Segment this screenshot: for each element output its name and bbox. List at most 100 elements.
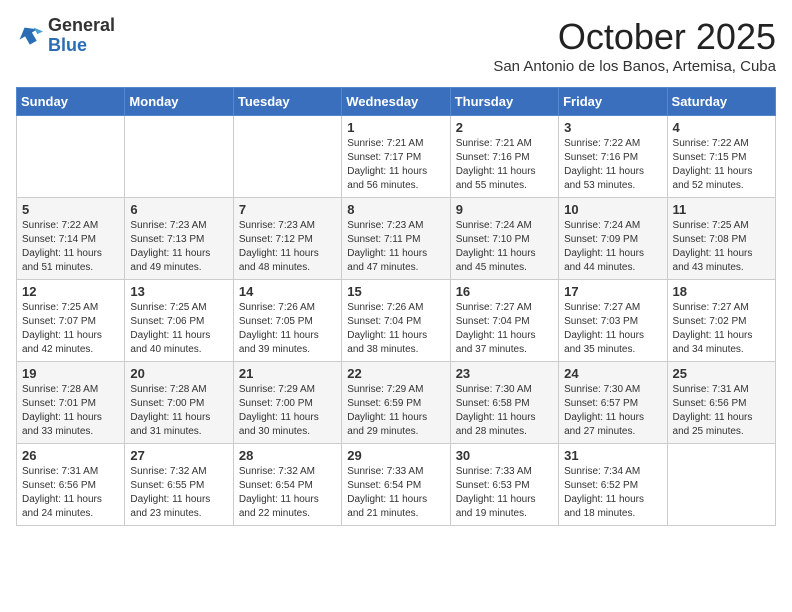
day-number: 13 (130, 284, 227, 299)
calendar-cell: 21Sunrise: 7:29 AM Sunset: 7:00 PM Dayli… (233, 362, 341, 444)
calendar-cell: 28 Sunrise: 7:32 AM Sunset: 6:54 PM Dayli… (233, 444, 341, 526)
day-number: 14 (239, 284, 336, 299)
day-number: 26 (22, 448, 119, 463)
calendar-cell: 9Sunrise: 7:24 AM Sunset: 7:10 PM Daylig… (450, 198, 558, 280)
calendar-cell: 18Sunrise: 7:27 AM Sunset: 7:02 PM Dayli… (667, 280, 775, 362)
day-info: Sunrise: 7:24 AM Sunset: 7:09 PM Dayligh… (564, 219, 661, 275)
day-info: Sunrise: 7:25 AM Sunset: 7:08 PM Dayligh… (673, 219, 770, 275)
day-info: Sunrise: 7:26 AM Sunset: 7:05 PM Dayligh… (239, 301, 336, 357)
day-info: Sunrise: 7:33 AM Sunset: 6:53 PM Dayligh… (456, 465, 553, 521)
calendar-cell: 16Sunrise: 7:27 AM Sunset: 7:04 PM Dayli… (450, 280, 558, 362)
weekday-header: Sunday (17, 88, 125, 116)
day-number: 15 (347, 284, 444, 299)
day-info: Sunrise: 7:21 AM Sunset: 7:16 PM Dayligh… (456, 137, 553, 193)
day-info: Sunrise: 7:29 AM Sunset: 6:59 PM Dayligh… (347, 383, 444, 439)
day-number: 21 (239, 366, 336, 381)
day-number: 4 (673, 120, 770, 135)
day-info: Sunrise: 7:27 AM Sunset: 7:03 PM Dayligh… (564, 301, 661, 357)
day-number: 5 (22, 202, 119, 217)
calendar-cell: 11 Sunrise: 7:25 AM Sunset: 7:08 PM Dayli… (667, 198, 775, 280)
location-title: San Antonio de los Banos, Artemisa, Cuba (493, 58, 776, 75)
calendar-week-row: 5 Sunrise: 7:22 AM Sunset: 7:14 PM Daylig… (17, 198, 776, 280)
day-number: 28 (239, 448, 336, 463)
day-info: Sunrise: 7:23 AM Sunset: 7:13 PM Dayligh… (130, 219, 227, 275)
calendar-cell: 30 Sunrise: 7:33 AM Sunset: 6:53 PM Dayli… (450, 444, 558, 526)
day-info: Sunrise: 7:21 AM Sunset: 7:17 PM Dayligh… (347, 137, 444, 193)
calendar-week-row: 12 Sunrise: 7:25 AM Sunset: 7:07 PM Dayli… (17, 280, 776, 362)
day-number: 18 (673, 284, 770, 299)
weekday-header: Saturday (667, 88, 775, 116)
day-number: 8 (347, 202, 444, 217)
day-info: Sunrise: 7:22 AM Sunset: 7:15 PM Dayligh… (673, 137, 770, 193)
logo-text: General Blue (48, 16, 115, 56)
calendar-cell: 1Sunrise: 7:21 AM Sunset: 7:17 PM Daylig… (342, 116, 450, 198)
day-number: 7 (239, 202, 336, 217)
calendar-cell: 25Sunrise: 7:31 AM Sunset: 6:56 PM Dayli… (667, 362, 775, 444)
day-info: Sunrise: 7:30 AM Sunset: 6:58 PM Dayligh… (456, 383, 553, 439)
calendar-cell (667, 444, 775, 526)
calendar-cell: 6Sunrise: 7:23 AM Sunset: 7:13 PM Daylig… (125, 198, 233, 280)
day-info: Sunrise: 7:24 AM Sunset: 7:10 PM Dayligh… (456, 219, 553, 275)
calendar-cell: 14 Sunrise: 7:26 AM Sunset: 7:05 PM Dayli… (233, 280, 341, 362)
day-info: Sunrise: 7:32 AM Sunset: 6:54 PM Dayligh… (239, 465, 336, 521)
calendar-cell: 19 Sunrise: 7:28 AM Sunset: 7:01 PM Dayli… (17, 362, 125, 444)
logo-general: General (48, 16, 115, 36)
day-info: Sunrise: 7:26 AM Sunset: 7:04 PM Dayligh… (347, 301, 444, 357)
day-number: 17 (564, 284, 661, 299)
weekday-header: Friday (559, 88, 667, 116)
day-number: 31 (564, 448, 661, 463)
day-info: Sunrise: 7:25 AM Sunset: 7:07 PM Dayligh… (22, 301, 119, 357)
calendar-cell: 27 Sunrise: 7:32 AM Sunset: 6:55 PM Dayli… (125, 444, 233, 526)
calendar-cell (17, 116, 125, 198)
calendar-cell: 26 Sunrise: 7:31 AM Sunset: 6:56 PM Dayli… (17, 444, 125, 526)
weekday-header: Monday (125, 88, 233, 116)
day-info: Sunrise: 7:28 AM Sunset: 7:01 PM Dayligh… (22, 383, 119, 439)
day-info: Sunrise: 7:27 AM Sunset: 7:04 PM Dayligh… (456, 301, 553, 357)
day-info: Sunrise: 7:23 AM Sunset: 7:11 PM Dayligh… (347, 219, 444, 275)
calendar: SundayMondayTuesdayWednesdayThursdayFrid… (16, 87, 776, 526)
weekday-header: Thursday (450, 88, 558, 116)
calendar-cell: 13 Sunrise: 7:25 AM Sunset: 7:06 PM Dayli… (125, 280, 233, 362)
calendar-cell: 12 Sunrise: 7:25 AM Sunset: 7:07 PM Dayli… (17, 280, 125, 362)
day-info: Sunrise: 7:30 AM Sunset: 6:57 PM Dayligh… (564, 383, 661, 439)
calendar-cell: 20 Sunrise: 7:28 AM Sunset: 7:00 PM Dayli… (125, 362, 233, 444)
calendar-cell: 15 Sunrise: 7:26 AM Sunset: 7:04 PM Dayli… (342, 280, 450, 362)
day-info: Sunrise: 7:34 AM Sunset: 6:52 PM Dayligh… (564, 465, 661, 521)
weekday-header: Wednesday (342, 88, 450, 116)
day-info: Sunrise: 7:25 AM Sunset: 7:06 PM Dayligh… (130, 301, 227, 357)
day-number: 10 (564, 202, 661, 217)
day-number: 22 (347, 366, 444, 381)
day-number: 25 (673, 366, 770, 381)
day-info: Sunrise: 7:28 AM Sunset: 7:00 PM Dayligh… (130, 383, 227, 439)
logo: General Blue (16, 16, 115, 56)
day-info: Sunrise: 7:22 AM Sunset: 7:16 PM Dayligh… (564, 137, 661, 193)
calendar-cell: 3Sunrise: 7:22 AM Sunset: 7:16 PM Daylig… (559, 116, 667, 198)
day-number: 19 (22, 366, 119, 381)
calendar-cell: 4 Sunrise: 7:22 AM Sunset: 7:15 PM Daylig… (667, 116, 775, 198)
calendar-cell: 29 Sunrise: 7:33 AM Sunset: 6:54 PM Dayli… (342, 444, 450, 526)
day-info: Sunrise: 7:22 AM Sunset: 7:14 PM Dayligh… (22, 219, 119, 275)
calendar-cell: 24Sunrise: 7:30 AM Sunset: 6:57 PM Dayli… (559, 362, 667, 444)
calendar-week-row: 1Sunrise: 7:21 AM Sunset: 7:17 PM Daylig… (17, 116, 776, 198)
weekday-header: Tuesday (233, 88, 341, 116)
calendar-cell (125, 116, 233, 198)
weekday-header-row: SundayMondayTuesdayWednesdayThursdayFrid… (17, 88, 776, 116)
calendar-cell: 23Sunrise: 7:30 AM Sunset: 6:58 PM Dayli… (450, 362, 558, 444)
calendar-cell (233, 116, 341, 198)
day-number: 27 (130, 448, 227, 463)
day-info: Sunrise: 7:31 AM Sunset: 6:56 PM Dayligh… (22, 465, 119, 521)
calendar-cell: 8 Sunrise: 7:23 AM Sunset: 7:11 PM Daylig… (342, 198, 450, 280)
month-title: October 2025 (493, 16, 776, 58)
day-number: 30 (456, 448, 553, 463)
day-info: Sunrise: 7:33 AM Sunset: 6:54 PM Dayligh… (347, 465, 444, 521)
day-number: 11 (673, 202, 770, 217)
day-info: Sunrise: 7:32 AM Sunset: 6:55 PM Dayligh… (130, 465, 227, 521)
day-number: 12 (22, 284, 119, 299)
day-number: 2 (456, 120, 553, 135)
calendar-cell: 17 Sunrise: 7:27 AM Sunset: 7:03 PM Dayli… (559, 280, 667, 362)
title-section: October 2025 San Antonio de los Banos, A… (493, 16, 776, 75)
calendar-cell: 5 Sunrise: 7:22 AM Sunset: 7:14 PM Daylig… (17, 198, 125, 280)
day-number: 29 (347, 448, 444, 463)
day-number: 20 (130, 366, 227, 381)
calendar-week-row: 19 Sunrise: 7:28 AM Sunset: 7:01 PM Dayli… (17, 362, 776, 444)
